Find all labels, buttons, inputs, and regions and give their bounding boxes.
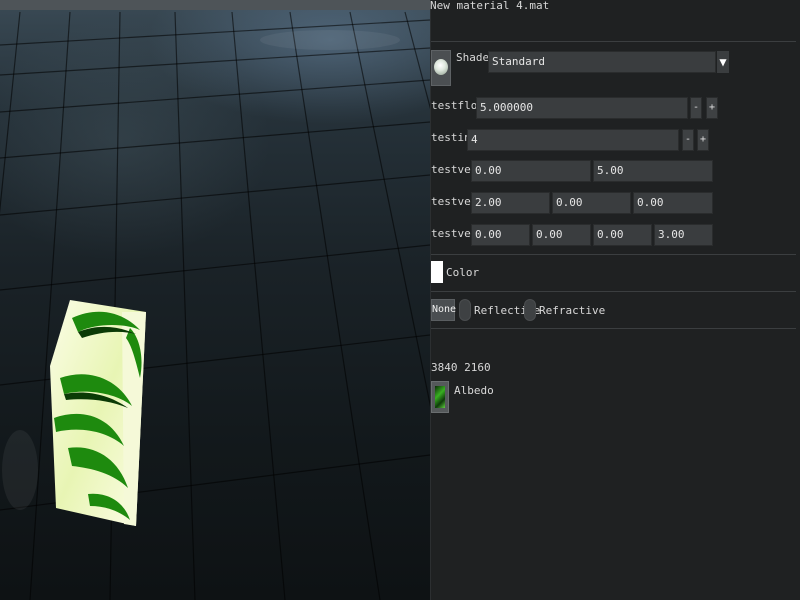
albedo-label: Albedo	[454, 384, 494, 397]
testint-decrement-button[interactable]: -	[682, 129, 694, 151]
albedo-texture-thumbnail[interactable]	[431, 381, 449, 413]
shader-preview-icon[interactable]	[431, 50, 451, 86]
scene-viewport[interactable]	[0, 0, 430, 600]
divider	[431, 41, 796, 42]
testvec4-y-input[interactable]: 0.00	[532, 224, 591, 246]
mode-none-button[interactable]: None	[431, 299, 456, 321]
color-label: Color	[446, 266, 480, 279]
testfloat-increment-button[interactable]: +	[706, 97, 718, 119]
refractive-label[interactable]: Refractive	[539, 304, 605, 317]
shader-dropdown[interactable]: Standard	[488, 51, 716, 73]
chevron-down-icon[interactable]: ▼	[717, 51, 729, 73]
divider	[431, 254, 796, 255]
testvec3-y-input[interactable]: 0.00	[552, 192, 631, 214]
testfloat-input[interactable]: 5.000000	[476, 97, 688, 119]
testvec4-x-input[interactable]: 0.00	[471, 224, 530, 246]
testint-input[interactable]: 4	[467, 129, 679, 151]
inspector-panel	[430, 0, 800, 600]
divider	[431, 328, 796, 329]
color-swatch[interactable]	[431, 261, 443, 283]
refractive-radio[interactable]	[524, 299, 536, 321]
divider	[431, 291, 796, 292]
testvec2-x-input[interactable]: 0.00	[471, 160, 591, 182]
testvec3-x-input[interactable]: 2.00	[471, 192, 550, 214]
texture-resolution: 3840 2160	[431, 361, 491, 374]
testint-increment-button[interactable]: +	[697, 129, 709, 151]
textured-cube[interactable]	[48, 298, 148, 530]
reflective-radio[interactable]	[459, 299, 471, 321]
testvec4-w-input[interactable]: 3.00	[654, 224, 713, 246]
testvec4-z-input[interactable]: 0.00	[593, 224, 652, 246]
material-title: New material 4.mat	[430, 0, 550, 12]
testvec3-z-input[interactable]: 0.00	[633, 192, 713, 214]
testvec2-y-input[interactable]: 5.00	[593, 160, 713, 182]
testfloat-decrement-button[interactable]: -	[690, 97, 702, 119]
